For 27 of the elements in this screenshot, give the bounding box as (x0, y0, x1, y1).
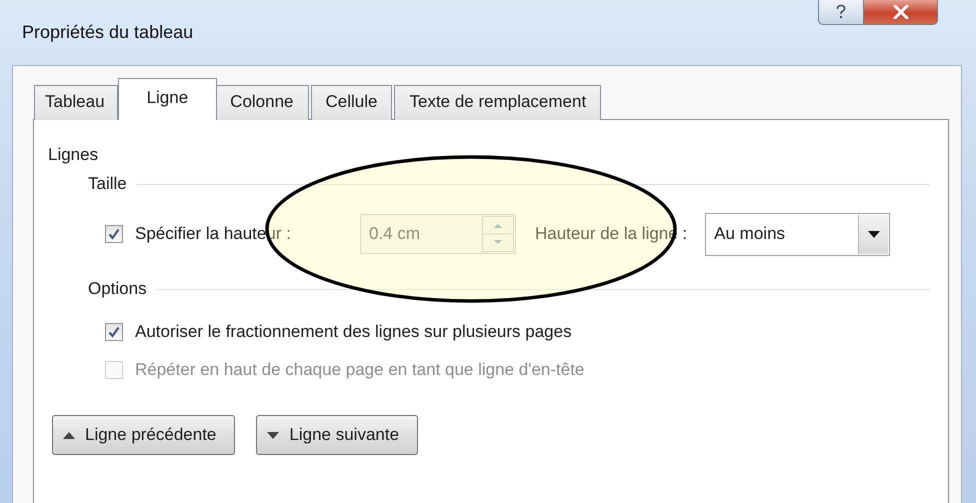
checkbox-label: Répéter en haut de chaque page en tant que ligne d'en-tête (135, 360, 584, 380)
group-title: Taille (88, 174, 127, 194)
checkbox[interactable] (105, 323, 123, 341)
help-button[interactable] (818, 0, 864, 25)
checkbox-label: Autoriser le fractionnement des lignes sur plusieurs pages (135, 322, 572, 342)
tab[interactable]: Cellule (310, 85, 392, 120)
window-title: Propriétés du tableau (22, 22, 194, 43)
close-button[interactable] (864, 0, 938, 25)
tab[interactable]: Ligne (118, 78, 218, 120)
tab[interactable]: Tableau (34, 85, 118, 120)
section-title: Lignes (48, 144, 100, 166)
nav-button[interactable]: Ligne suivante (256, 415, 418, 455)
nav-button[interactable]: Ligne précédente (52, 415, 236, 455)
dropdown[interactable]: Au moins (705, 212, 890, 256)
checkmark-icon (108, 326, 120, 338)
up-arrow-icon (63, 432, 75, 438)
caret-icon (868, 230, 880, 238)
spinner-icon (482, 216, 514, 252)
checkmark-icon (108, 228, 120, 240)
down-arrow-icon (267, 432, 280, 438)
group-title: Options (88, 279, 147, 299)
question-mark-icon (835, 4, 847, 20)
checkbox[interactable] (105, 225, 123, 243)
tab[interactable]: Colonne (215, 85, 308, 120)
tab[interactable]: Texte de remplacement (394, 85, 602, 120)
close-icon (892, 5, 908, 19)
dropdown-button[interactable] (858, 214, 888, 254)
